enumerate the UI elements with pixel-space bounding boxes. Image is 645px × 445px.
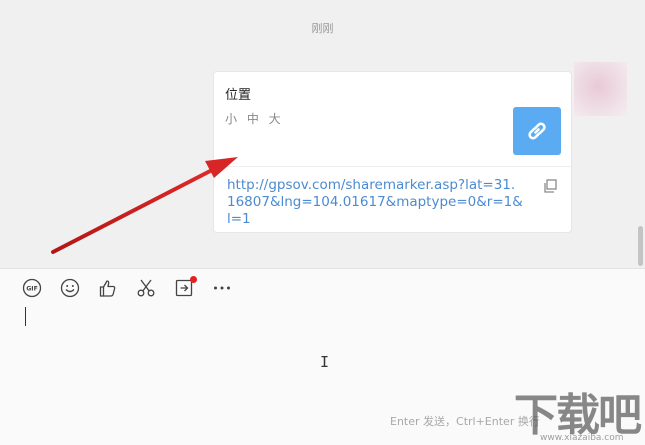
card-divider xyxy=(214,166,571,167)
screenshot-button[interactable] xyxy=(128,277,166,299)
thumbs-up-icon xyxy=(99,280,116,297)
more-icon xyxy=(214,286,230,290)
message-input-area[interactable]: GIF I Enter 发送，Ctrl+Enter 换行 下载吧 www.xia… xyxy=(0,268,645,445)
like-button[interactable] xyxy=(90,277,128,299)
message-timestamp: 刚刚 xyxy=(311,22,334,35)
avatar[interactable] xyxy=(574,62,627,116)
gif-icon: GIF xyxy=(22,278,42,298)
location-title: 位置 xyxy=(225,88,252,103)
more-button[interactable] xyxy=(204,277,242,299)
share-button[interactable] xyxy=(166,276,204,299)
copy-icon[interactable] xyxy=(542,178,558,194)
emoji-icon xyxy=(60,278,80,298)
scrollbar[interactable] xyxy=(638,226,643,266)
notification-dot xyxy=(190,276,197,283)
chat-history: 刚刚 位置 小 中 大 http://gpsov.com/sharemarker… xyxy=(0,0,645,268)
ibeam-cursor-icon: I xyxy=(320,353,330,371)
location-message-card[interactable]: 位置 小 中 大 http://gpsov.com/sharemarker.as… xyxy=(213,71,572,233)
link-icon[interactable] xyxy=(513,107,561,155)
size-options: 小 中 大 xyxy=(225,112,284,126)
scissors-icon xyxy=(137,279,155,297)
emoji-button[interactable] xyxy=(52,277,90,299)
gif-button[interactable]: GIF xyxy=(14,277,52,299)
input-toolbar: GIF xyxy=(14,276,242,299)
svg-text:GIF: GIF xyxy=(26,286,38,293)
location-url-link[interactable]: http://gpsov.com/sharemarker.asp?lat=31.… xyxy=(227,177,523,228)
text-caret xyxy=(25,307,26,326)
watermark-url: www.xiazaiba.com xyxy=(540,433,624,443)
